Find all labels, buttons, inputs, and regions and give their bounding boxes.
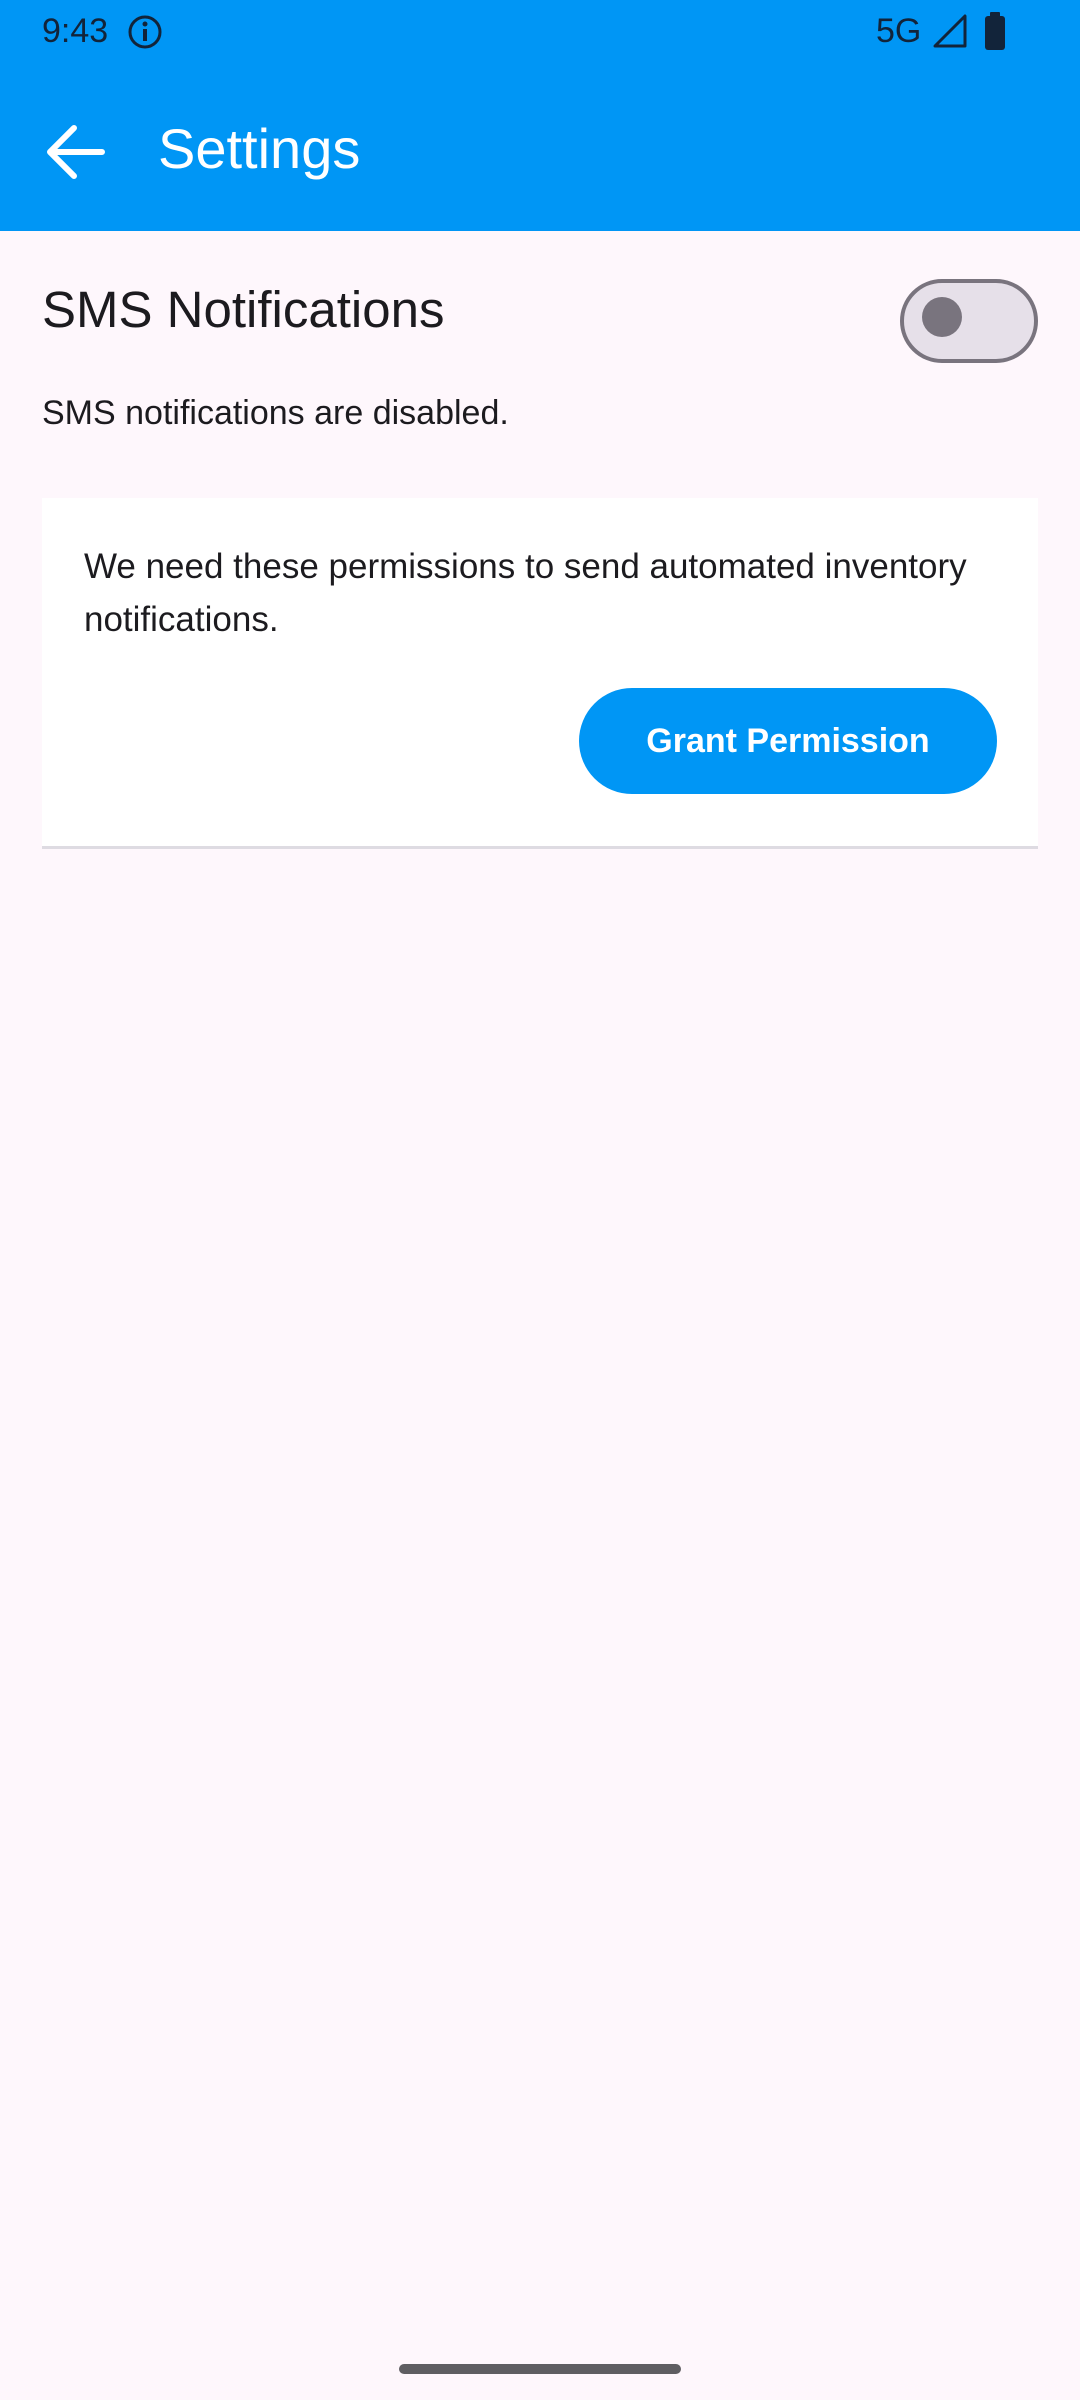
battery-icon <box>983 11 1007 51</box>
back-button[interactable] <box>24 102 124 202</box>
permission-message: We need these permissions to send automa… <box>84 547 967 639</box>
signal-icon <box>932 13 968 49</box>
home-indicator[interactable] <box>399 2364 681 2374</box>
arrow-left-icon <box>47 125 105 179</box>
network-type: 5G <box>876 12 922 50</box>
app-bar: Settings <box>0 62 1080 231</box>
sms-notifications-toggle[interactable] <box>900 276 1038 363</box>
status-bar: 9:43 5G <box>0 0 1080 62</box>
permission-card: We need these permissions to send automa… <box>42 498 1038 849</box>
sms-notifications-title: SMS Notifications <box>42 281 445 338</box>
info-circle-icon <box>126 13 164 51</box>
toggle-track <box>900 279 1038 363</box>
page-title: Settings <box>158 117 361 180</box>
toggle-thumb <box>922 297 962 337</box>
sms-status-text: SMS notifications are disabled. <box>42 394 509 432</box>
grant-permission-button[interactable]: Grant Permission <box>579 688 997 794</box>
status-time: 9:43 <box>42 12 109 50</box>
